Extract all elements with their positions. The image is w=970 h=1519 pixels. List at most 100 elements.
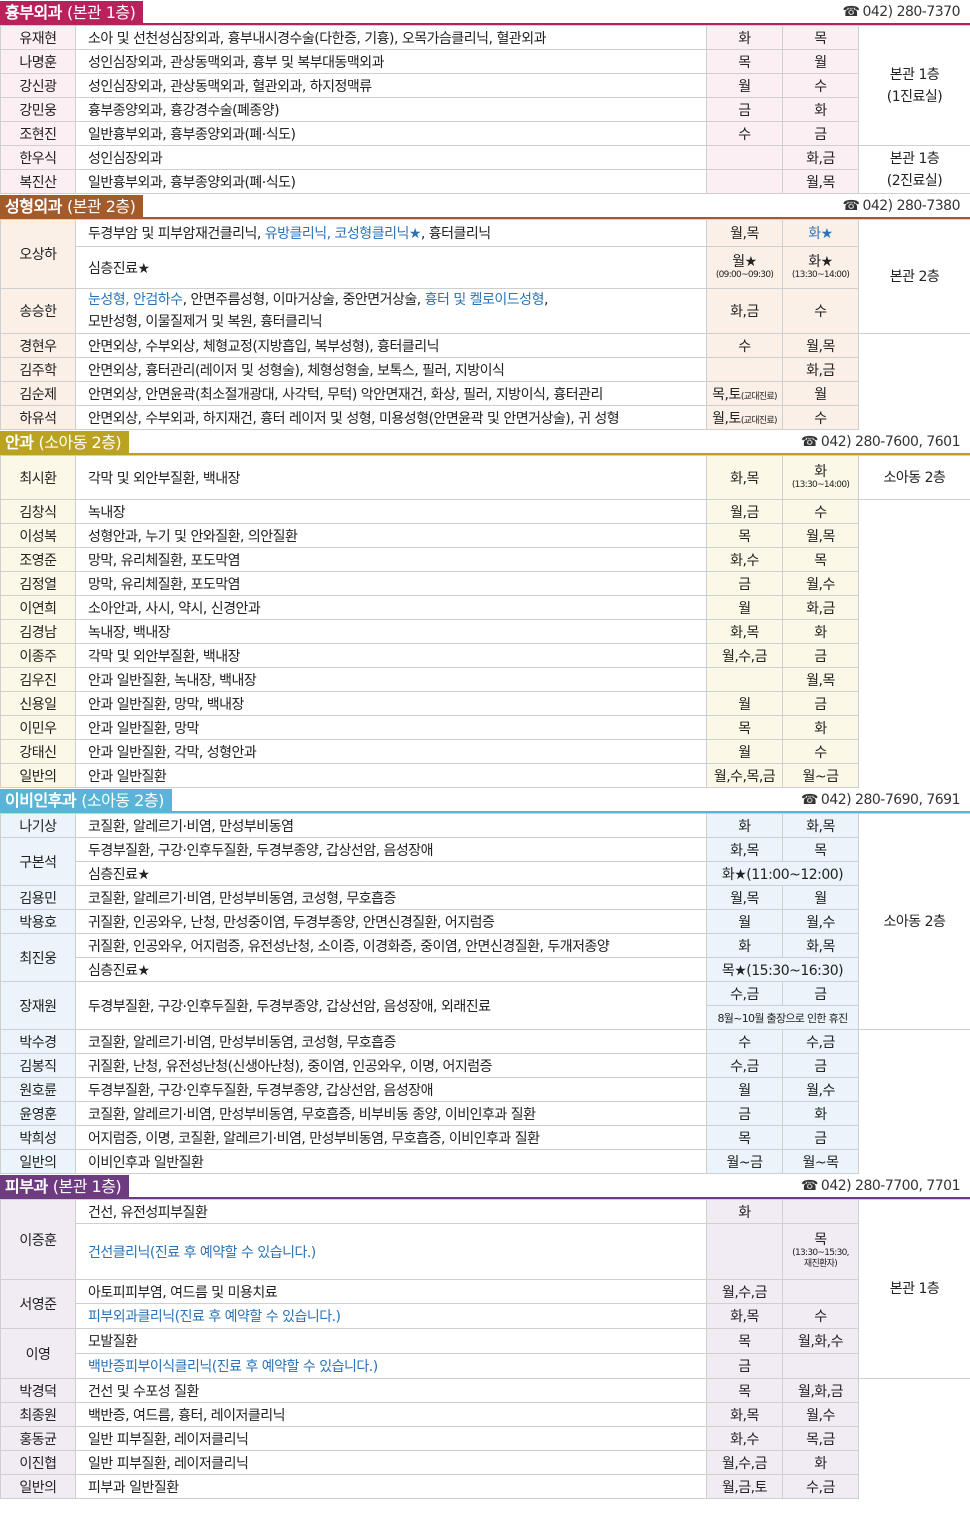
specialty: 두경부암 및 피부암재건클리닉, 유방클리닉, 코성형클리닉★, 흉터클리닉 bbox=[75, 219, 707, 247]
schedule-pm bbox=[782, 1279, 859, 1304]
schedule-pm: 월~목 bbox=[782, 1149, 859, 1174]
specialty: 안면외상, 흉터관리(레이저 및 성형술), 체형성형술, 보톡스, 필러, 지… bbox=[75, 357, 707, 382]
table-row: 김주학 안면외상, 흉터관리(레이저 및 성형술), 체형성형술, 보톡스, 필러… bbox=[0, 357, 970, 382]
doctor-name: 이성복 bbox=[0, 523, 76, 548]
table-row: 최종원 백반증, 여드름, 흉터, 레이저클리닉 화,목 월,수 bbox=[0, 1402, 970, 1427]
schedule-am: 목 bbox=[706, 1378, 783, 1403]
specialty: 녹내장, 백내장 bbox=[75, 619, 707, 644]
table-row: 강신광 성인심장외과, 관상동맥외과, 혈관외과, 하지정맥류 월 수 bbox=[0, 73, 970, 98]
doctor-name: 김용민 bbox=[0, 885, 76, 910]
specialty: 코질환, 알레르기·비염, 만성부비동염, 코성형, 무호흡증 bbox=[75, 1029, 707, 1054]
schedule-am bbox=[706, 357, 783, 382]
table-row: 일반의 이비인후과 일반질환 월~금 월~목 bbox=[0, 1149, 970, 1174]
table-row: 한우식 성인심장외과 화,금 본관 1층 (2진료실) bbox=[0, 145, 970, 194]
schedule-pm bbox=[782, 1199, 859, 1224]
table-row: 구본석 두경부질환, 구강·인후두질환, 두경부종양, 갑상선암, 음성장애 화… bbox=[0, 837, 970, 886]
schedule-pm: 수 bbox=[782, 288, 859, 334]
doctor-name: 복진산 bbox=[0, 169, 76, 194]
specialty: 심층진료★ bbox=[75, 957, 707, 982]
schedule-am: 목 bbox=[706, 1125, 783, 1150]
doctor-name: 신용일 bbox=[0, 691, 76, 716]
table-row: 김용민 코질환, 알레르기·비염, 만성부비동염, 코성형, 무호흡증 월,목 … bbox=[0, 885, 970, 910]
doctor-name: 일반의 bbox=[0, 1149, 76, 1174]
doctor-name: 일반의 bbox=[0, 1474, 76, 1499]
schedule-pm: 화,금 bbox=[782, 357, 859, 382]
schedule-am: 월~금 bbox=[706, 1149, 783, 1174]
schedule-am: 화,수 bbox=[706, 547, 783, 572]
schedule-pm: 월,목 bbox=[782, 169, 859, 194]
specialty: 각막 및 외안부질환, 백내장 bbox=[75, 455, 707, 500]
section-title-derm: 피부과 (본관 1층) bbox=[0, 1175, 130, 1199]
section-title-plastic: 성형외과 (본관 2층) bbox=[0, 195, 144, 219]
schedule-am: 수 bbox=[706, 121, 783, 146]
schedule-pm: 월,목 bbox=[782, 667, 859, 692]
specialty: 아토피피부염, 여드름 및 미용치료 bbox=[75, 1279, 707, 1304]
table-row: 경현우 안면외상, 수부외상, 체형교정(지방흡입, 복부성형), 흉터클리닉 수 월… bbox=[0, 333, 970, 358]
table-row: 오상하 두경부암 및 피부암재건클리닉, 유방클리닉, 코성형클리닉★, 흉터클… bbox=[0, 219, 970, 334]
table-row: 송승한 눈성형, 안검하수, 안면주름성형, 이마거상술, 중안면거상술, 흉터… bbox=[0, 288, 970, 334]
section-phone: ☎ 042) 280-7700, 7701 bbox=[800, 1178, 961, 1194]
table-row: 장재원 두경부질환, 구강·인후두질환, 두경부종양, 갑상선암, 음성장애, … bbox=[0, 981, 970, 1030]
table-row: 윤영훈 코질환, 알레르기·비염, 만성부비동염, 무호흡증, 비부비동 종양, … bbox=[0, 1101, 970, 1126]
specialty: 두경부질환, 구강·인후두질환, 두경부종양, 갑상선암, 음성장애, 외래진료 bbox=[75, 981, 707, 1030]
schedule-pm: 월 bbox=[782, 885, 859, 910]
schedule-pm: 월,수 bbox=[782, 909, 859, 934]
specialty: 귀질환, 인공와우, 난청, 만성중이염, 두경부종양, 안면신경질환, 어지럼… bbox=[75, 909, 707, 934]
schedule-am: 월,수,금 bbox=[706, 643, 783, 668]
schedule-pm: 금 bbox=[782, 643, 859, 668]
schedule-am: 월 bbox=[706, 595, 783, 620]
section-title-chest: 흉부외과 (본관 1층) bbox=[0, 1, 144, 25]
schedule-am bbox=[706, 1223, 783, 1280]
schedule-pm: 월,수 bbox=[782, 1077, 859, 1102]
specialty: 건선, 유전성피부질환 bbox=[75, 1199, 707, 1224]
table-row: 박경덕 건선 및 수포성 질환 목 월,화,금 bbox=[0, 1378, 970, 1403]
table-row: 일반의 피부과 일반질환 월,금,토 수,금 bbox=[0, 1474, 970, 1499]
table-row: 박희성 어지럼증, 이명, 코질환, 알레르기·비염, 만성부비동염, 무호흡증,… bbox=[0, 1125, 970, 1150]
phone-icon: ☎ bbox=[800, 1178, 818, 1194]
table-row: 유재현 소아 및 선천성심장외과, 흉부내시경수술(다한증, 기흉), 오목가슴클… bbox=[0, 25, 970, 146]
schedule-am: 목 bbox=[706, 523, 783, 548]
specialty: 소아 및 선천성심장외과, 흉부내시경수술(다한증, 기흉), 오목가슴클리닉,… bbox=[75, 25, 707, 50]
table-row: 이연희 소아안과, 사시, 약시, 신경안과 월 화,금 bbox=[0, 595, 970, 620]
specialty: 망막, 유리체질환, 포도막염 bbox=[75, 547, 707, 572]
schedule-am: 화 bbox=[706, 933, 783, 958]
doctor-name: 강신광 bbox=[0, 73, 76, 98]
specialty: 심층진료★ bbox=[75, 861, 707, 886]
schedule-am: 목,토(교대진료) bbox=[706, 381, 783, 406]
schedule-am: 월,수,금 bbox=[706, 1279, 783, 1304]
table-row: 조현진 일반흉부외과, 흉부종양외과(폐·식도) 수 금 bbox=[0, 121, 970, 146]
schedule-pm: 금 bbox=[782, 121, 859, 146]
schedule-pm: 월 bbox=[782, 49, 859, 74]
closure-note: 8월~10월 출장으로 인한 휴진 bbox=[706, 1005, 859, 1030]
schedule-pm: 목,금 bbox=[782, 1426, 859, 1451]
schedule-pm: 월,화,금 bbox=[782, 1378, 859, 1403]
schedule-am: 월,목 bbox=[706, 219, 783, 247]
schedule-am: 목 bbox=[706, 715, 783, 740]
schedule-pm: 목 bbox=[782, 837, 859, 862]
specialty: 녹내장 bbox=[75, 499, 707, 524]
schedule-pm: 화★ bbox=[782, 219, 859, 247]
location: 본관 1층 (1진료실) bbox=[858, 25, 970, 146]
specialty: 코질환, 알레르기·비염, 만성부비동염, 무호흡증, 비부비동 종양, 이비인… bbox=[75, 1101, 707, 1126]
specialty: 성형안과, 누기 및 안와질환, 의안질환 bbox=[75, 523, 707, 548]
schedule-pm: 월,수 bbox=[782, 571, 859, 596]
schedule-merged: 목★(15:30~16:30) bbox=[706, 957, 859, 982]
table-row: 일반의 안과 일반질환 월,수,목,금 월~금 bbox=[0, 763, 970, 788]
phone-icon: ☎ bbox=[842, 4, 860, 20]
schedule-pm: 목 bbox=[782, 25, 859, 50]
schedule-am: 금 bbox=[706, 571, 783, 596]
schedule-pm: 화★ (13:30~14:00) bbox=[782, 246, 859, 289]
table-row: 김순제 안면외상, 안면윤곽(최소절개광대, 사각턱, 무턱) 악안면재건, 화상… bbox=[0, 381, 970, 406]
location: 본관 1층 (2진료실) bbox=[858, 145, 970, 194]
schedule-pm: 금 bbox=[782, 1125, 859, 1150]
table-row: 건선클리닉(진료 후 예약할 수 있습니다.) 목 (13:30~15:30, 재… bbox=[1, 1223, 970, 1280]
phone-icon: ☎ bbox=[842, 198, 860, 214]
specialty: 모발질환 bbox=[75, 1328, 707, 1354]
specialty: 성인심장외과, 관상동맥외과, 혈관외과, 하지정맥류 bbox=[75, 73, 707, 98]
schedule-am: 월 bbox=[706, 73, 783, 98]
schedule-am: 화,금 bbox=[706, 288, 783, 334]
doctor-name: 김정열 bbox=[0, 571, 76, 596]
specialty: 피부과 일반질환 bbox=[75, 1474, 707, 1499]
schedule-am: 월★ (09:00~09:30) bbox=[706, 246, 783, 289]
doctor-name: 구본석 bbox=[0, 837, 76, 886]
